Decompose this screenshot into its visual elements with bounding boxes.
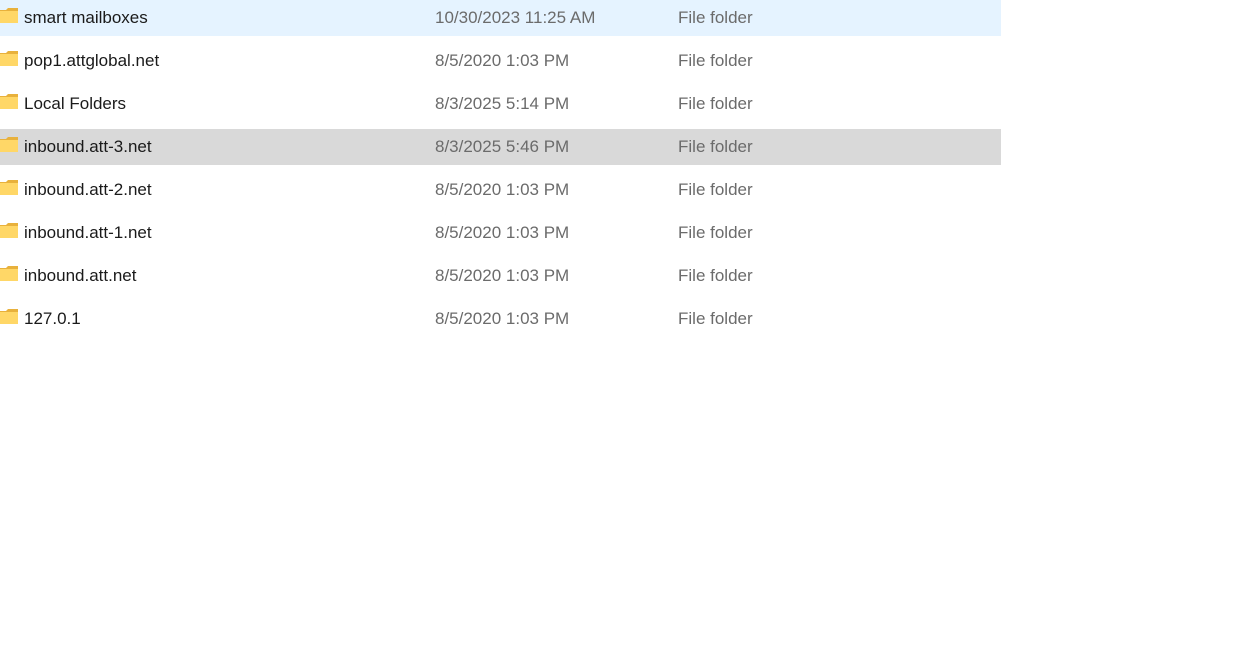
file-type: File folder (678, 223, 753, 242)
file-type: File folder (678, 137, 753, 156)
file-row-inbound-att-net[interactable]: inbound.att.net 8/5/2020 1:03 PM File fo… (0, 258, 1001, 294)
file-date-modified: 8/5/2020 1:03 PM (435, 309, 570, 328)
folder-icon (0, 309, 18, 324)
file-date-modified: 10/30/2023 11:25 AM (435, 8, 596, 27)
file-date-modified: 8/3/2025 5:14 PM (435, 94, 570, 113)
file-date-modified: 8/5/2020 1:03 PM (435, 223, 570, 242)
file-date-modified: 8/5/2020 1:03 PM (435, 266, 570, 285)
file-name: pop1.attglobal.net (24, 51, 160, 70)
file-name: inbound.att-3.net (24, 137, 152, 156)
file-name: smart mailboxes (24, 8, 148, 27)
file-name: 127.0.1 (24, 309, 81, 328)
file-name: Local Folders (24, 94, 127, 113)
file-row-pop1-attglobal-net[interactable]: pop1.attglobal.net 8/5/2020 1:03 PM File… (0, 43, 1001, 79)
file-row-inbound-att-2-net[interactable]: inbound.att-2.net 8/5/2020 1:03 PM File … (0, 172, 1001, 208)
folder-icon (0, 51, 18, 66)
folder-icon (0, 137, 18, 152)
folder-icon (0, 266, 18, 281)
file-type: File folder (678, 94, 753, 113)
file-type: File folder (678, 8, 753, 27)
file-type: File folder (678, 309, 753, 328)
folder-icon (0, 8, 18, 23)
file-date-modified: 8/3/2025 5:46 PM (435, 137, 570, 156)
file-name: inbound.att-2.net (24, 180, 152, 199)
file-name: inbound.att.net (24, 266, 137, 285)
file-row-inbound-att-1-net[interactable]: inbound.att-1.net 8/5/2020 1:03 PM File … (0, 215, 1001, 251)
file-date-modified: 8/5/2020 1:03 PM (435, 180, 570, 199)
folder-icon (0, 180, 18, 195)
file-list: smart mailboxes 10/30/2023 11:25 AM File… (0, 0, 1001, 344)
file-type: File folder (678, 266, 753, 285)
file-row-smart-mailboxes[interactable]: smart mailboxes 10/30/2023 11:25 AM File… (0, 0, 1001, 36)
file-type: File folder (678, 51, 753, 70)
file-row-127-0-1[interactable]: 127.0.1 8/5/2020 1:03 PM File folder (0, 301, 1001, 337)
file-date-modified: 8/5/2020 1:03 PM (435, 51, 570, 70)
file-row-local-folders[interactable]: Local Folders 8/3/2025 5:14 PM File fold… (0, 86, 1001, 122)
folder-icon (0, 94, 18, 109)
file-name: inbound.att-1.net (24, 223, 152, 242)
folder-icon (0, 223, 18, 238)
file-row-inbound-att-3-net[interactable]: inbound.att-3.net 8/3/2025 5:46 PM File … (0, 129, 1001, 165)
file-type: File folder (678, 180, 753, 199)
